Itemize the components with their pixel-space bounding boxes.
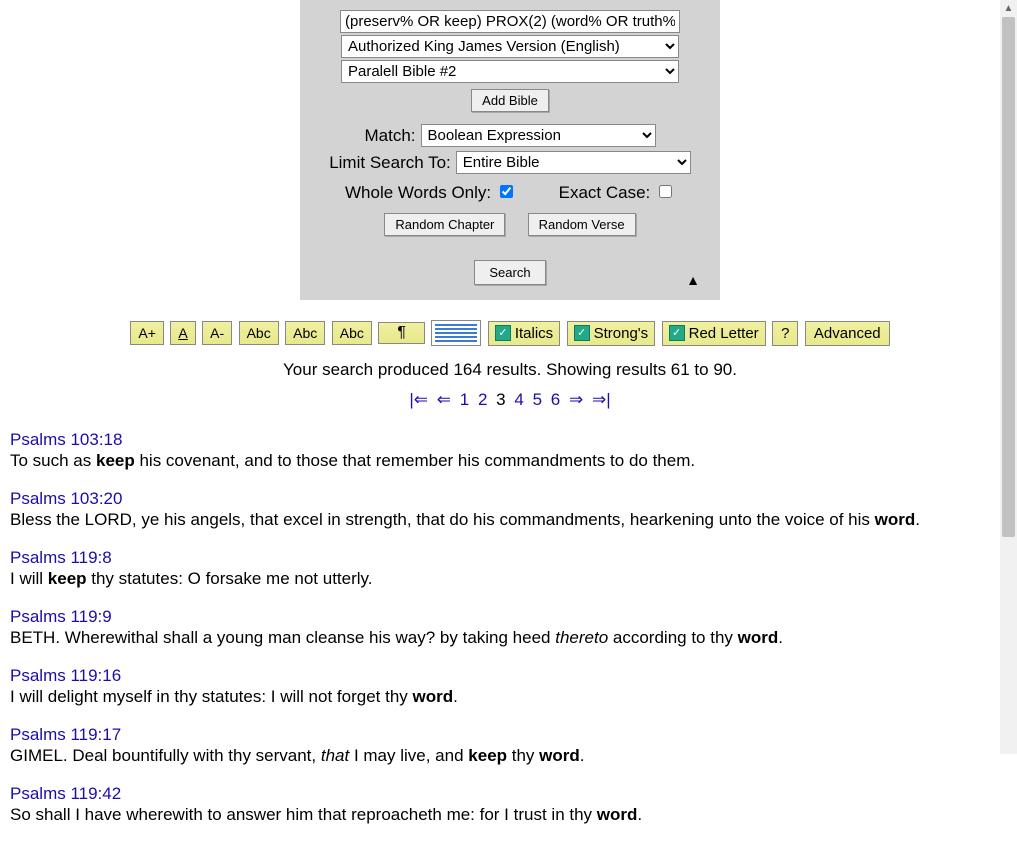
match-label: Match: bbox=[364, 126, 415, 146]
abc-button-2[interactable]: Abc bbox=[285, 321, 325, 345]
results-summary: Your search produced 164 results. Showin… bbox=[10, 360, 1010, 380]
search-button[interactable]: Search bbox=[474, 260, 545, 285]
abc-button-1[interactable]: Abc bbox=[239, 321, 279, 345]
pager-first[interactable]: |⇐ bbox=[409, 390, 428, 409]
bible-select-1[interactable]: Authorized King James Version (English) bbox=[341, 35, 679, 58]
verse-block: Psalms 119:9BETH. Wherewithal shall a yo… bbox=[10, 607, 1010, 650]
exact-case-label: Exact Case: bbox=[559, 183, 651, 202]
toolbar: A+ A A- Abc Abc Abc ¶ ✓Italics ✓Strong's… bbox=[10, 320, 1010, 346]
pager: |⇐ ⇐ 1 2 3 4 5 6 ⇒ ⇒| bbox=[10, 390, 1010, 410]
abc-button-3[interactable]: Abc bbox=[332, 321, 372, 345]
pager-page-3[interactable]: 3 bbox=[496, 390, 505, 409]
pager-last[interactable]: ⇒| bbox=[592, 390, 611, 409]
pager-page-1[interactable]: 1 bbox=[460, 390, 469, 409]
font-decrease-button[interactable]: A- bbox=[202, 321, 232, 345]
whole-words-label: Whole Words Only: bbox=[345, 183, 491, 202]
advanced-button[interactable]: Advanced bbox=[805, 321, 890, 346]
search-panel: Authorized King James Version (English) … bbox=[300, 0, 720, 300]
font-increase-button[interactable]: A+ bbox=[130, 321, 164, 345]
limit-select[interactable]: Entire Bible bbox=[456, 151, 691, 174]
scroll-up-icon[interactable]: ▲ bbox=[1000, 0, 1017, 17]
verse-text: GIMEL. Deal bountifully with thy servant… bbox=[10, 745, 1010, 768]
verse-block: Psalms 103:18To such as keep his covenan… bbox=[10, 430, 1010, 473]
bible-select-2[interactable]: Paralell Bible #2 bbox=[341, 60, 679, 83]
match-select[interactable]: Boolean Expression bbox=[421, 124, 656, 147]
limit-label: Limit Search To: bbox=[329, 153, 451, 173]
check-icon: ✓ bbox=[495, 325, 511, 341]
pager-page-4[interactable]: 4 bbox=[514, 390, 523, 409]
add-bible-button[interactable]: Add Bible bbox=[471, 89, 549, 112]
verse-text: BETH. Wherewithal shall a young man clea… bbox=[10, 627, 1010, 650]
scroll-thumb[interactable] bbox=[1002, 17, 1015, 537]
verse-text: Bless the LORD, ye his angels, that exce… bbox=[10, 509, 1010, 532]
verse-reference[interactable]: Psalms 119:17 bbox=[10, 725, 1010, 745]
verse-reference[interactable]: Psalms 119:42 bbox=[10, 784, 1010, 804]
verse-text: So shall I have wherewith to answer him … bbox=[10, 804, 1010, 827]
paragraph-button[interactable]: ¶ bbox=[378, 322, 425, 344]
random-chapter-button[interactable]: Random Chapter bbox=[384, 213, 505, 236]
collapse-panel-icon[interactable]: ▲ bbox=[686, 272, 700, 288]
font-underline-button[interactable]: A bbox=[170, 321, 195, 345]
verse-reference[interactable]: Psalms 119:9 bbox=[10, 607, 1010, 627]
verse-block: Psalms 119:16I will delight myself in th… bbox=[10, 666, 1010, 709]
verse-reference[interactable]: Psalms 103:18 bbox=[10, 430, 1010, 450]
verse-text: I will delight myself in thy statutes: I… bbox=[10, 686, 1010, 709]
whole-words-checkbox[interactable] bbox=[500, 185, 513, 198]
verse-reference[interactable]: Psalms 103:20 bbox=[10, 489, 1010, 509]
random-verse-button[interactable]: Random Verse bbox=[528, 213, 636, 236]
search-query-input[interactable] bbox=[340, 10, 680, 33]
verse-reference[interactable]: Psalms 119:16 bbox=[10, 666, 1010, 686]
verse-text: I will keep thy statutes: O forsake me n… bbox=[10, 568, 1010, 591]
pager-page-2[interactable]: 2 bbox=[478, 390, 487, 409]
pager-page-5[interactable]: 5 bbox=[533, 390, 542, 409]
italics-toggle[interactable]: ✓Italics bbox=[488, 321, 560, 346]
check-icon: ✓ bbox=[574, 325, 590, 341]
verse-block: Psalms 103:20Bless the LORD, ye his ange… bbox=[10, 489, 1010, 532]
verse-block: Psalms 119:42So shall I have wherewith t… bbox=[10, 784, 1010, 827]
pager-prev[interactable]: ⇐ bbox=[437, 390, 451, 409]
help-button[interactable]: ? bbox=[772, 321, 798, 346]
verse-text: To such as keep his covenant, and to tho… bbox=[10, 450, 1010, 473]
strongs-toggle[interactable]: ✓Strong's bbox=[567, 321, 656, 346]
verse-block: Psalms 119:17GIMEL. Deal bountifully wit… bbox=[10, 725, 1010, 768]
pager-page-6[interactable]: 6 bbox=[551, 390, 560, 409]
verse-block: Psalms 119:8I will keep thy statutes: O … bbox=[10, 548, 1010, 591]
verse-reference[interactable]: Psalms 119:8 bbox=[10, 548, 1010, 568]
check-icon: ✓ bbox=[669, 325, 685, 341]
highlight-full-button[interactable] bbox=[431, 320, 481, 346]
scrollbar[interactable]: ▲ bbox=[1000, 0, 1017, 754]
exact-case-checkbox[interactable] bbox=[659, 185, 672, 198]
red-letter-toggle[interactable]: ✓Red Letter bbox=[662, 321, 766, 346]
pager-next[interactable]: ⇒ bbox=[569, 390, 583, 409]
stripe-icon bbox=[435, 324, 477, 342]
